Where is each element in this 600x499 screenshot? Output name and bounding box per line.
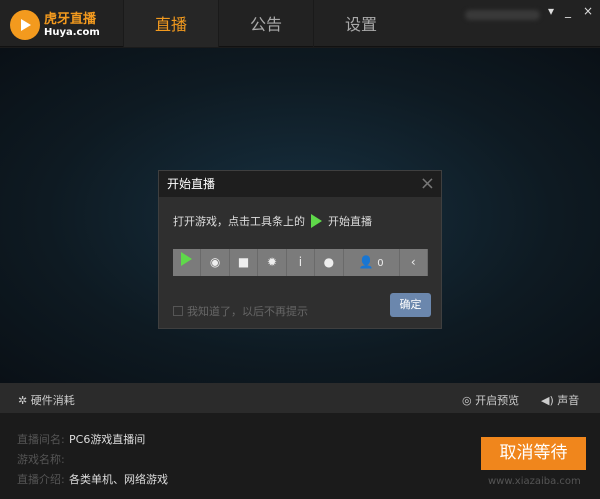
- dont-show-checkbox[interactable]: 我知道了，以后不再提示: [173, 303, 308, 319]
- logo-cn: 虎牙直播: [44, 11, 97, 27]
- chevron-left-icon[interactable]: ‹: [400, 249, 428, 276]
- viewer-count: 👤 0: [344, 249, 400, 276]
- instruction-text: 打开游戏，点击工具条上的: [173, 215, 305, 228]
- camera-icon[interactable]: ■: [230, 249, 259, 276]
- hardware-button[interactable]: ✲ 硬件消耗: [18, 392, 75, 408]
- dialog-title: 开始直播: [159, 171, 441, 197]
- dialog-close-button[interactable]: ×: [420, 173, 435, 194]
- info-room-name: 直播间名: PC6游戏直播间: [17, 433, 146, 446]
- play-icon: [311, 214, 322, 228]
- checkbox-label: 我知道了，以后不再提示: [187, 305, 308, 318]
- instruction-action: 开始直播: [328, 215, 372, 228]
- watermark: www.xiazaiba.com: [488, 476, 581, 487]
- close-button[interactable]: ×: [583, 4, 593, 18]
- logo: 虎牙直播 Huya.com: [10, 10, 100, 40]
- preview-button[interactable]: ◎ 开启预览: [462, 392, 519, 408]
- info-icon[interactable]: i: [287, 249, 316, 276]
- cancel-wait-button[interactable]: 取消等待: [481, 437, 586, 470]
- logo-icon: [10, 10, 40, 40]
- info-game-name: 游戏名称:: [17, 453, 65, 466]
- toolbar-preview: ◉ ■ ✹ i ● 👤 0 ‹: [173, 249, 428, 276]
- tab-announcement[interactable]: 公告: [218, 0, 313, 47]
- start-live-dialog: 开始直播 × 打开游戏，点击工具条上的 开始直播 ◉ ■ ✹ i ● 👤 0 ‹…: [158, 170, 442, 329]
- play-icon[interactable]: [173, 249, 202, 276]
- info-description: 直播介绍: 各类单机、网络游戏: [17, 473, 168, 486]
- menu-icon[interactable]: ▾: [548, 4, 554, 18]
- tab-live[interactable]: 直播: [123, 0, 218, 47]
- logo-en: Huya.com: [44, 26, 100, 38]
- minimize-button[interactable]: _: [565, 4, 571, 18]
- ok-button[interactable]: 确定: [390, 293, 431, 317]
- tab-settings[interactable]: 设置: [313, 0, 408, 47]
- sound-button[interactable]: ◀) 声音: [541, 392, 579, 408]
- bottom-bar: ✲ 硬件消耗 ◎ 开启预览 ◀) 声音: [0, 383, 600, 413]
- record-icon[interactable]: ◉: [201, 249, 230, 276]
- instruction: 打开游戏，点击工具条上的 开始直播: [173, 213, 372, 229]
- gear-icon[interactable]: ✹: [258, 249, 287, 276]
- username: [465, 10, 540, 20]
- title-bar: 虎牙直播 Huya.com 直播 公告 设置 ▾ _ ×: [0, 0, 600, 47]
- chat-icon[interactable]: ●: [315, 249, 344, 276]
